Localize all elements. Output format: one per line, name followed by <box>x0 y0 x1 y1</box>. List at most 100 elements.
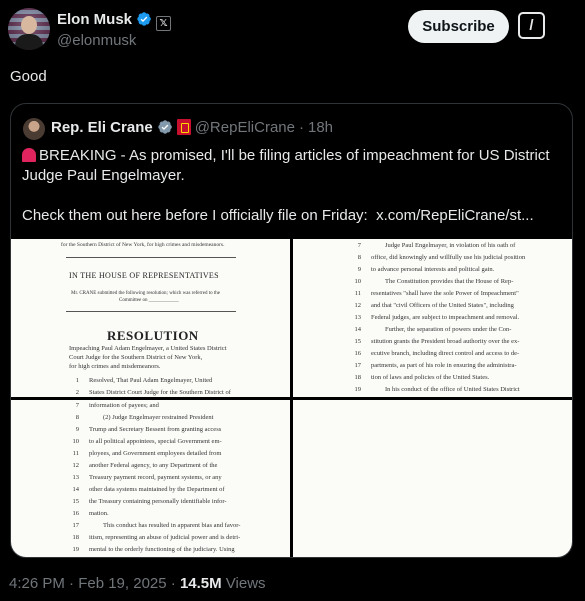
doc3-line-number: 7 <box>75 402 79 409</box>
doc2-line-number: 11 <box>354 290 361 297</box>
doc3-line-text: Treasury payment record, payment systems… <box>89 474 222 481</box>
doc2-line-number: 10 <box>354 278 362 285</box>
doc2-line-number: 16 <box>354 350 362 357</box>
doc1-body-3: for high crimes and misdemeanors. <box>69 363 161 370</box>
tweet-text: Good <box>10 68 47 85</box>
doc1-line-2: States District Court Judge for the Sout… <box>89 389 231 396</box>
doc3-line-text: ployees, and Government employees detail… <box>89 450 222 457</box>
doc2-line-text: and that "civil Officers of the United S… <box>371 302 514 309</box>
doc3-line-number: 19 <box>72 546 80 553</box>
doc2-line-text: Further, the separation of powers under … <box>385 326 512 333</box>
doc2-line-number: 13 <box>354 314 362 321</box>
tweet-meta: 4:26 PM · Feb 19, 2025 · 14.5M Views <box>9 575 266 592</box>
doc2-line-number: 17 <box>354 362 362 369</box>
doc1-resolution-title: RESOLUTION <box>107 328 199 343</box>
doc3-line-text: the Treasury containing personally ident… <box>89 498 227 505</box>
quoted-separator: · <box>298 119 304 136</box>
doc1-body-1: Impeaching Paul Adam Engelmayer, a Unite… <box>69 345 227 352</box>
doc3-line-number: 18 <box>72 534 80 541</box>
siren-emoji-icon <box>22 148 36 162</box>
doc3-line-number: 14 <box>72 486 80 493</box>
doc2-line-text: partments, as part of his role in ensuri… <box>371 362 517 369</box>
doc2-line-text: Judge Paul Engelmayer, in violation of h… <box>385 242 516 249</box>
doc2-line-text: office, did knowingly and willfully use … <box>371 254 526 261</box>
doc3-line-number: 11 <box>72 450 79 457</box>
quoted-text-line2: Check them out here before I officially … <box>22 207 368 224</box>
doc2-line-text: ecutive branch, including direct control… <box>371 350 520 357</box>
quoted-verified-badge-icon <box>157 119 173 139</box>
doc3-line-number: 10 <box>72 438 80 445</box>
doc1-line-number: 1 <box>75 377 79 384</box>
doc1-line-number: 2 <box>75 389 79 396</box>
doc1-rule-2 <box>66 311 236 312</box>
author-name-row[interactable]: Elon Musk 𝕏 <box>57 11 172 31</box>
attached-images-grid: for the Southern District of New York, f… <box>11 239 572 557</box>
resolution-image-2[interactable]: 7 Judge Paul Engelmayer, in violation of … <box>293 239 572 397</box>
doc2-line-number: 15 <box>354 338 362 345</box>
author-handle[interactable]: @elonmusk <box>57 32 136 49</box>
doc3-line-text: information of payees; and <box>89 402 159 409</box>
government-flag-icon <box>176 119 191 135</box>
tweet-timestamp[interactable]: 4:26 PM · Feb 19, 2025 · <box>9 575 180 592</box>
doc1-house-heading: IN THE HOUSE OF REPRESENTATIVES <box>69 271 219 280</box>
doc3-line-text: (2) Judge Engelmayer restrained Presiden… <box>103 414 214 421</box>
author-name[interactable]: Elon Musk <box>57 11 132 28</box>
resolution-image-4[interactable] <box>293 400 572 557</box>
view-count: 14.5M <box>179 575 222 592</box>
resolution-image-3[interactable]: 7 information of payees; and 8 (2) Judge En… <box>11 400 290 557</box>
doc3-line-text: This conduct has resulted in apparent bi… <box>103 522 241 529</box>
doc2-line-text: tion of laws and policies of the United … <box>371 374 490 381</box>
doc3-line-number: 13 <box>72 474 80 481</box>
doc3-line-text: Trump and Secretary Bessent from grantin… <box>89 426 222 433</box>
doc3-line-number: 8 <box>75 414 79 421</box>
doc1-submitted-2: Committee on ____________ <box>119 298 179 303</box>
grok-icon[interactable]: / <box>518 12 545 39</box>
avatar-body <box>15 34 43 50</box>
doc2-line-number: 12 <box>354 302 362 309</box>
doc2-line-text: resentatives "shall have the sole Power … <box>371 290 519 297</box>
doc2-line-number: 19 <box>354 386 362 393</box>
doc1-submitted-1: Mr. CRANE submitted the following resolu… <box>71 291 221 296</box>
x-affiliation-badge-icon: 𝕏 <box>156 16 172 31</box>
verified-badge-icon <box>136 11 152 31</box>
doc3-line-number: 15 <box>72 498 80 505</box>
doc3-line-text: to all political appointees, special Gov… <box>89 438 222 445</box>
quoted-text-line1: BREAKING - As promised, I'll be filing a… <box>22 147 550 184</box>
quoted-time[interactable]: 18h <box>308 119 333 136</box>
doc1-top-line: for the Southern District of New York, f… <box>61 242 225 248</box>
doc3-line-text: mation. <box>89 510 109 517</box>
doc2-line-number: 18 <box>354 374 362 381</box>
doc3-line-text: mental to the orderly functioning of the… <box>89 546 235 553</box>
quoted-author-avatar[interactable] <box>23 118 45 140</box>
doc2-line-number: 8 <box>357 254 361 261</box>
views-label: Views <box>221 575 266 592</box>
doc2-line-number: 9 <box>357 266 361 273</box>
avatar-face <box>21 16 37 34</box>
doc2-line-text: The Constitution provides that the House… <box>385 278 514 285</box>
resolution-image-1[interactable]: for the Southern District of New York, f… <box>11 239 290 397</box>
doc2-line-number: 7 <box>357 242 361 249</box>
doc2-line-text: In his conduct of the office of United S… <box>385 386 520 393</box>
quoted-author-name[interactable]: Rep. Eli Crane <box>51 119 153 136</box>
doc3-line-number: 16 <box>72 510 80 517</box>
quoted-tweet-card[interactable]: Rep. Eli Crane @RepEliCrane · 18h BREAKING … <box>10 103 573 558</box>
doc3-line-text: itism, representing an abuse of judicial… <box>89 534 241 541</box>
doc2-line-number: 14 <box>354 326 362 333</box>
doc2-line-text: to advance personal interests and politi… <box>371 266 495 273</box>
doc3-line-text: other data systems maintained by the Dep… <box>89 486 225 493</box>
doc3-line-number: 12 <box>72 462 80 469</box>
doc1-body-2: Court Judge for the Southern District of… <box>69 354 203 361</box>
quoted-author-row[interactable]: Rep. Eli Crane @RepEliCrane · 18h <box>51 119 333 139</box>
doc1-rule <box>66 257 236 258</box>
doc3-line-number: 17 <box>72 522 80 529</box>
quoted-tweet-text: BREAKING - As promised, I'll be filing a… <box>22 146 562 226</box>
quoted-link[interactable]: x.com/RepEliCrane/st... <box>376 207 534 224</box>
author-avatar[interactable] <box>8 8 50 50</box>
doc3-line-text: another Federal agency, to any Departmen… <box>89 462 218 469</box>
subscribe-button[interactable]: Subscribe <box>408 10 509 43</box>
doc3-line-number: 9 <box>75 426 79 433</box>
doc2-line-text: stitution grants the President broad aut… <box>371 338 520 345</box>
doc2-line-text: Federal judges, are subject to impeachme… <box>371 314 520 321</box>
doc1-line-1: Resolved, That Paul Adam Engelmayer, Uni… <box>89 377 213 384</box>
quoted-author-handle[interactable]: @RepEliCrane <box>195 119 295 136</box>
